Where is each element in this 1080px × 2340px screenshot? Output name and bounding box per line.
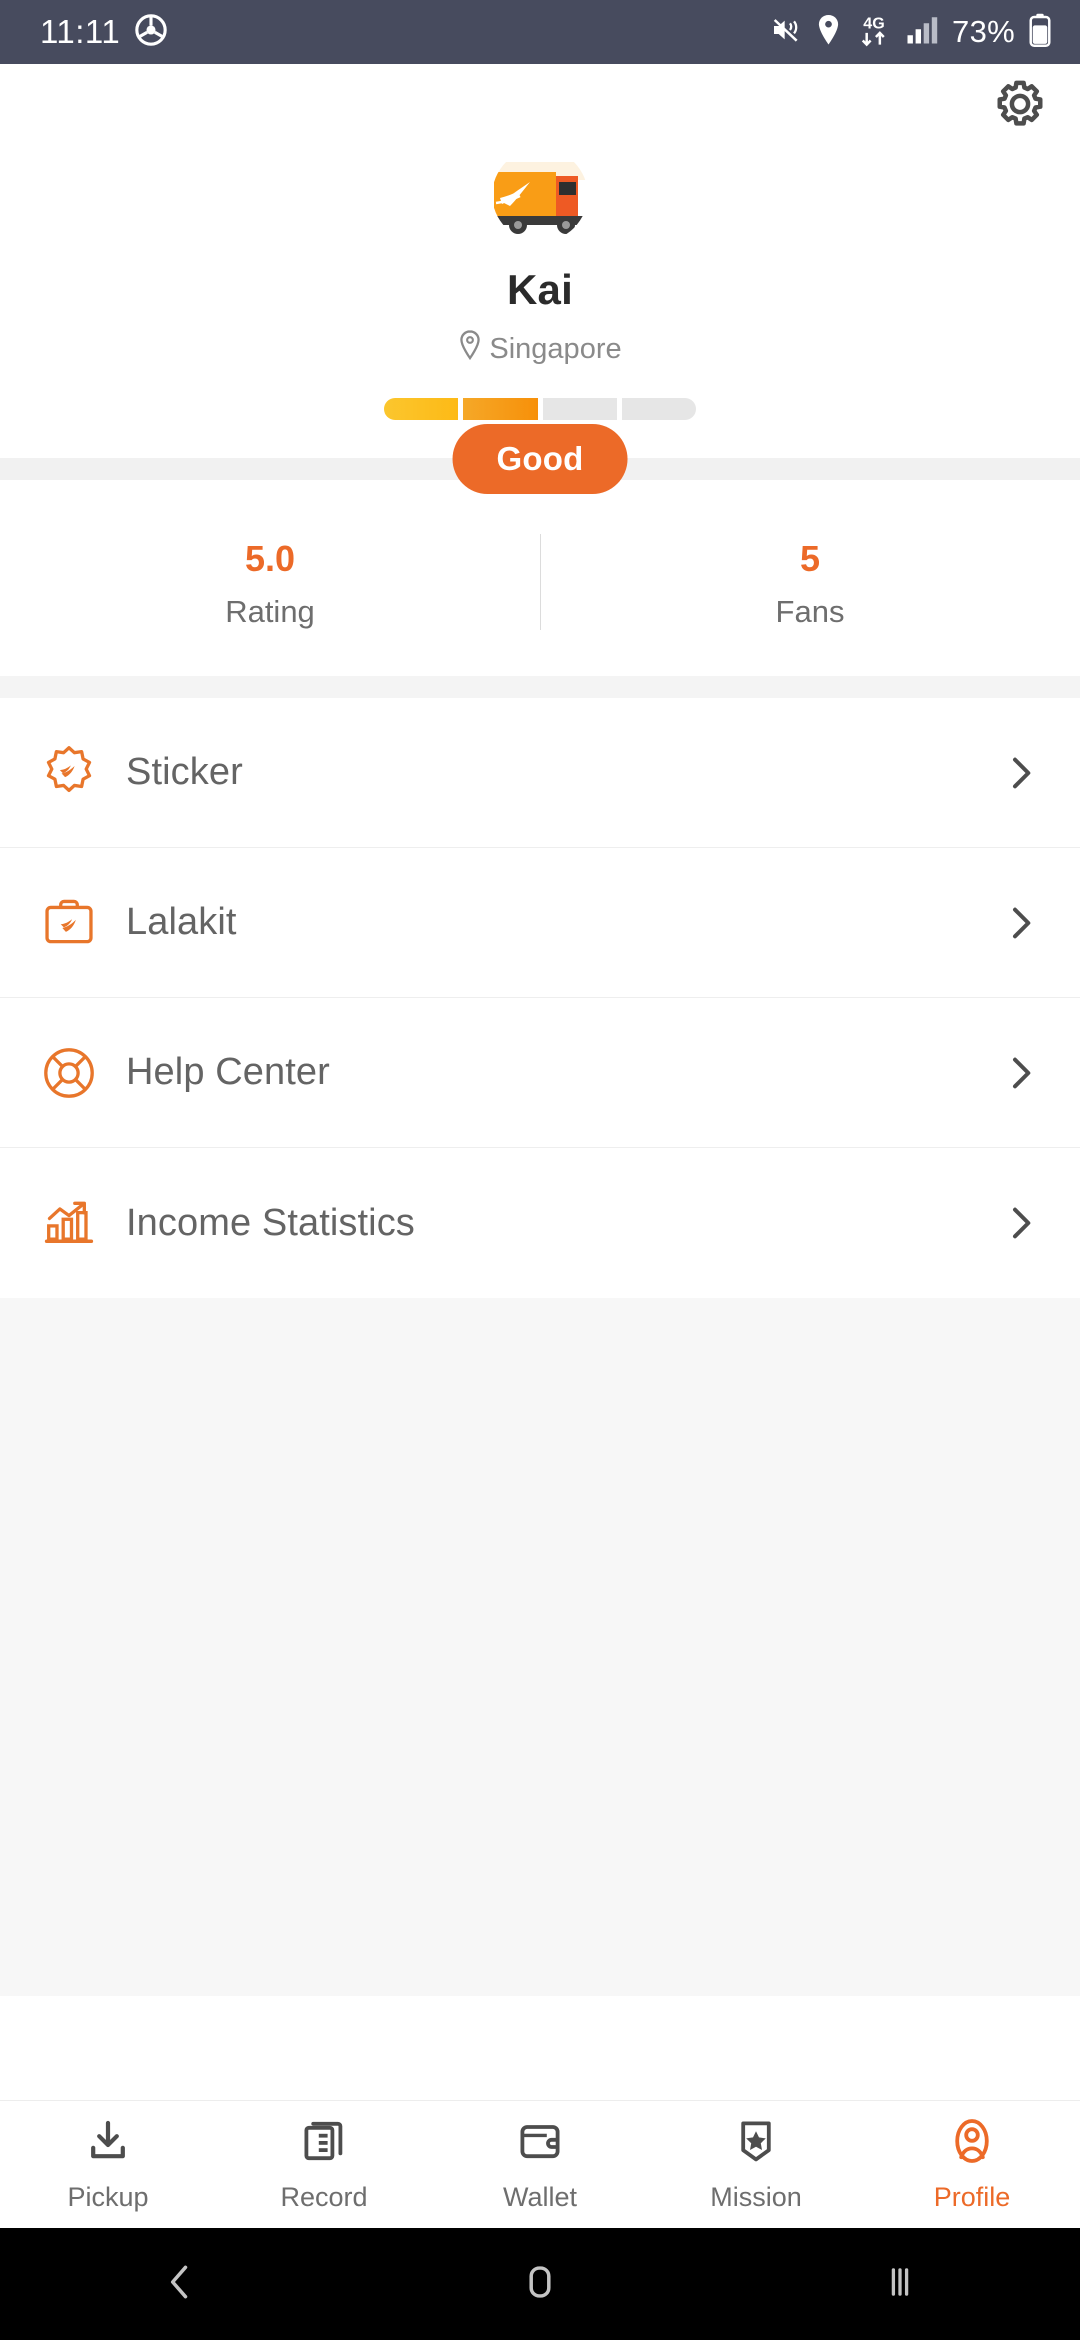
- top-bar: [0, 64, 1080, 142]
- avatar[interactable]: [492, 148, 588, 244]
- profile-header: Kai Singapore: [0, 142, 1080, 420]
- back-chevron-icon: [158, 2260, 202, 2309]
- stat-label: Fans: [775, 594, 845, 629]
- level-segment: [384, 398, 459, 420]
- settings-button[interactable]: [988, 74, 1052, 138]
- menu-item-label: Lalakit: [126, 901, 237, 943]
- gear-icon: [993, 77, 1047, 136]
- stat-value: 5: [799, 538, 821, 579]
- mute-vibrate-icon: [770, 14, 802, 51]
- level-segment: [542, 398, 617, 420]
- nav-back-button[interactable]: [0, 2260, 360, 2309]
- tab-label: Wallet: [502, 2181, 577, 2212]
- profile-name: Kai: [507, 266, 573, 313]
- tab-label: Record: [280, 2181, 368, 2212]
- stat-rating[interactable]: 5.0 Rating: [0, 538, 540, 630]
- menu-item-sticker[interactable]: Sticker: [0, 698, 1080, 848]
- profile-location-label: Singapore: [489, 332, 622, 365]
- location-pin-icon: [815, 14, 842, 51]
- grade-band: Good: [0, 424, 1080, 494]
- chevron-right-icon: [1000, 1053, 1040, 1093]
- toolkit-case-icon: [38, 894, 100, 952]
- badge-star-icon: [732, 2117, 780, 2170]
- person-oval-icon: [948, 2117, 996, 2170]
- svg-text:4G: 4G: [863, 14, 884, 32]
- menu-list: Sticker Lalakit Help Center Income Stati…: [0, 698, 1080, 1298]
- delivery-truck-avatar: [492, 148, 588, 244]
- location-pin-icon: [458, 330, 482, 368]
- lifebuoy-icon: [38, 1044, 100, 1102]
- status-bar-left: 11:11: [40, 13, 168, 52]
- level-segment: [463, 398, 538, 420]
- sticker-badge-icon: [38, 744, 100, 802]
- bar-chart-trend-icon: [38, 1194, 100, 1252]
- battery-icon: [1028, 13, 1052, 52]
- chevron-right-icon: [1000, 903, 1040, 943]
- profile-stats: 5.0 Rating 5 Fans: [0, 480, 1080, 676]
- nav-recents-button[interactable]: [720, 2260, 1080, 2309]
- level-progress-bar: [384, 398, 696, 420]
- profile-location: Singapore: [0, 330, 1080, 368]
- download-tray-icon: [84, 2117, 132, 2170]
- document-list-icon: [300, 2117, 348, 2170]
- menu-item-lalakit[interactable]: Lalakit: [0, 848, 1080, 998]
- status-badge[interactable]: Good: [452, 424, 628, 494]
- recents-bars-icon: [878, 2260, 922, 2309]
- menu-item-label: Sticker: [126, 751, 243, 793]
- tab-label: Pickup: [67, 2181, 149, 2212]
- stat-fans[interactable]: 5 Fans: [540, 534, 1080, 630]
- level-segment: [621, 398, 696, 420]
- empty-content-area: [0, 1298, 1080, 1996]
- status-bar: 11:11 4G 73%: [0, 0, 1080, 64]
- tab-record[interactable]: Record: [216, 2117, 432, 2213]
- steering-wheel-icon: [134, 13, 168, 52]
- signal-bars-icon: [906, 15, 939, 50]
- section-divider: [0, 676, 1080, 698]
- home-square-icon: [518, 2260, 562, 2309]
- menu-item-label: Income Statistics: [126, 1201, 415, 1244]
- stat-label: Rating: [225, 594, 315, 629]
- tab-profile[interactable]: Profile: [864, 2117, 1080, 2213]
- status-bar-right: 4G 73%: [770, 11, 1052, 54]
- wallet-icon: [516, 2117, 564, 2170]
- app-screen: 11:11 4G 73% Kai Singapore Good 5.0 Rati…: [0, 0, 1080, 2340]
- tab-label: Mission: [710, 2181, 802, 2212]
- battery-percent: 73%: [952, 14, 1015, 49]
- tab-label: Profile: [933, 2181, 1011, 2212]
- tab-mission[interactable]: Mission: [648, 2117, 864, 2213]
- chevron-right-icon: [1000, 753, 1040, 793]
- chevron-right-icon: [1000, 1203, 1040, 1243]
- menu-item-help-center[interactable]: Help Center: [0, 998, 1080, 1148]
- menu-item-label: Help Center: [126, 1051, 330, 1093]
- bottom-tab-bar: Pickup Record Wallet Mission Profile: [0, 2100, 1080, 2228]
- tab-wallet[interactable]: Wallet: [432, 2117, 648, 2213]
- tab-pickup[interactable]: Pickup: [0, 2117, 216, 2213]
- nav-home-button[interactable]: [360, 2260, 720, 2309]
- network-type-icon: 4G: [855, 11, 893, 54]
- stat-value: 5.0: [244, 538, 296, 579]
- status-time: 11:11: [40, 13, 121, 50]
- menu-item-income-statistics[interactable]: Income Statistics: [0, 1148, 1080, 1298]
- android-nav-bar: [0, 2228, 1080, 2340]
